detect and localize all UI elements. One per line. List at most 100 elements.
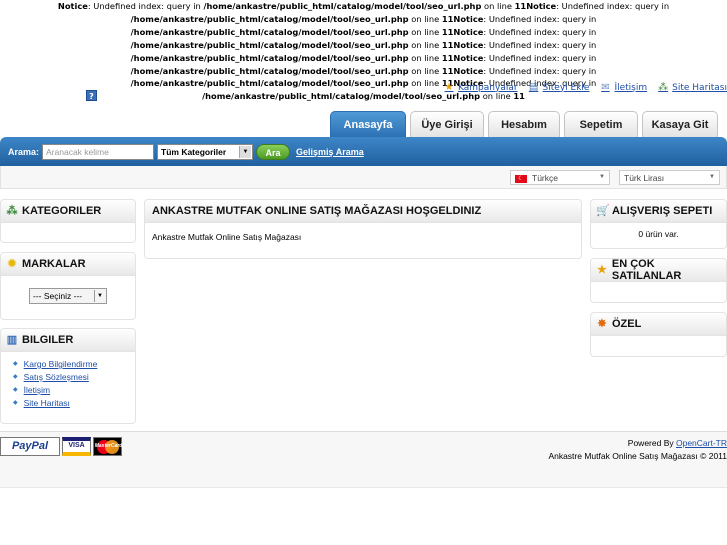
chevron-down-icon: ▼ bbox=[94, 290, 105, 302]
notice-path: /home/ankastre/public_html/catalog/model… bbox=[130, 39, 409, 50]
search-input[interactable]: Aranacak kelime bbox=[42, 143, 155, 160]
turkish-flag-icon: ☾ bbox=[515, 174, 527, 183]
notice-lead: Notice bbox=[453, 52, 484, 63]
category-select[interactable]: Tüm Kategoriler ▼ bbox=[157, 143, 254, 160]
welcome-box: ANKASTRE MUTFAK ONLINE SATIŞ MAĞAZASI HO… bbox=[144, 199, 582, 259]
notice-text: : Undefined index: query in bbox=[483, 65, 597, 76]
visa-logo: VISA bbox=[62, 437, 91, 456]
mail-icon: ✉ bbox=[601, 82, 610, 93]
chevron-down-icon: ▼ bbox=[599, 174, 605, 180]
language-select[interactable]: ☾ Türkçe ▼ bbox=[510, 170, 610, 185]
tab-home[interactable]: Anasayfa bbox=[330, 111, 406, 138]
notice-tail: on line bbox=[408, 13, 442, 24]
list-item: ◆ Kargo Bilgilendirme bbox=[13, 358, 135, 371]
bullet-icon: ◆ bbox=[13, 387, 18, 393]
notice-path: /home/ankastre/public_html/catalog/model… bbox=[130, 26, 409, 37]
special-box: ✸ ÖZEL bbox=[590, 312, 727, 357]
cart-summary: 0 ürün var. bbox=[638, 229, 679, 239]
notice-path: /home/ankastre/public_html/catalog/model… bbox=[130, 65, 409, 76]
categories-box: ⁂ KATEGORILER bbox=[0, 199, 136, 243]
sitemap-link[interactable]: ⁂ Site Haritası bbox=[657, 82, 727, 93]
sun-icon: ✹ bbox=[7, 258, 17, 270]
notice-tail: on line bbox=[408, 26, 442, 37]
notice-tail: on line bbox=[408, 65, 442, 76]
notice-lead: Notice bbox=[453, 26, 484, 37]
opencart-link[interactable]: OpenCart-TR bbox=[676, 438, 727, 448]
info-link-shipping[interactable]: Kargo Bilgilendirme bbox=[24, 358, 98, 371]
notice-line: 11 bbox=[441, 13, 454, 24]
currency-select[interactable]: Türk Lirası ▼ bbox=[619, 170, 720, 185]
notice-line: 11 bbox=[441, 26, 454, 37]
locale-bar: ☾ Türkçe ▼ Türk Lirası ▼ bbox=[0, 166, 727, 189]
notice-text: : Undefined index: query in bbox=[483, 13, 597, 24]
mastercard-logo: MasterCard bbox=[93, 437, 122, 456]
special-header: ✸ ÖZEL bbox=[591, 313, 726, 336]
search-label: Arama: bbox=[8, 146, 40, 157]
notice-tail: on line bbox=[408, 78, 442, 89]
footer-credits: Powered By OpenCart-TR Ankastre Mutfak O… bbox=[548, 437, 727, 463]
info-header: ▥ BILGILER bbox=[1, 329, 135, 352]
burst-icon: ✸ bbox=[597, 318, 607, 330]
notice-tail: on line bbox=[481, 1, 515, 11]
info-link-contact[interactable]: İletişim bbox=[24, 384, 50, 397]
brand-select[interactable]: --- Seçiniz --- ▼ bbox=[29, 288, 107, 304]
notice-text: : Undefined index: query in bbox=[483, 39, 597, 50]
category-select-value: Tüm Kategoriler bbox=[161, 146, 227, 157]
tab-cart[interactable]: Sepetim bbox=[564, 111, 638, 137]
notice-line: 11 bbox=[441, 39, 454, 50]
notice-lead: Notice bbox=[453, 65, 484, 76]
main-nav-tabs: Anasayfa Üye Girişi Hesabım Sepetim Kasa… bbox=[330, 111, 718, 138]
bullet-icon: ◆ bbox=[13, 400, 18, 406]
list-item: ◆ Site Haritası bbox=[13, 397, 135, 410]
info-link-sales-agreement[interactable]: Satış Sözleşmesi bbox=[24, 371, 89, 384]
notice-line: 11 bbox=[441, 65, 454, 76]
notice-text: : Undefined index: query in bbox=[87, 1, 204, 11]
notice-lead: Notice bbox=[526, 1, 557, 11]
cart-header: 🛒 ALIŞVERIŞ SEPETI bbox=[591, 200, 726, 223]
brands-box: ✹ MARKALAR bbox=[0, 252, 136, 320]
info-links: ◆ Kargo Bilgilendirme ◆ Satış Sözleşmesi ◆… bbox=[1, 352, 135, 410]
notice-line: 11 bbox=[441, 52, 454, 63]
notice-path: /home/ankastre/public_html/catalog/model… bbox=[203, 1, 482, 11]
list-item: ◆ Satış Sözleşmesi bbox=[13, 371, 135, 384]
notice-path: /home/ankastre/public_html/catalog/model… bbox=[130, 52, 409, 63]
cart-icon: 🛒 bbox=[596, 205, 610, 217]
bestsellers-header: ★ EN ÇOK SATILANLAR bbox=[591, 258, 726, 282]
advanced-search-link[interactable]: Gelişmiş Arama bbox=[296, 147, 364, 157]
bullet-icon: ◆ bbox=[13, 374, 18, 380]
notice-lead: Notice bbox=[453, 39, 484, 50]
notice-path: /home/ankastre/public_html/catalog/model… bbox=[130, 78, 409, 89]
notice-text: : Undefined index: query in bbox=[483, 52, 597, 63]
bestsellers-box: ★ EN ÇOK SATILANLAR bbox=[590, 258, 727, 303]
contact-link[interactable]: ✉ İletişim bbox=[599, 82, 647, 93]
welcome-title: ANKASTRE MUTFAK ONLINE SATIŞ MAĞAZASI HO… bbox=[145, 200, 581, 223]
notice-tail: on line bbox=[408, 52, 442, 63]
info-link-sitemap[interactable]: Site Haritası bbox=[24, 397, 70, 410]
search-button[interactable]: Ara bbox=[256, 143, 291, 160]
notice-lead: Notice bbox=[57, 1, 88, 11]
help-icon[interactable]: ? bbox=[86, 90, 97, 101]
tab-login[interactable]: Üye Girişi bbox=[410, 111, 484, 137]
search-bar: Arama: Aranacak kelime Tüm Kategoriler ▼… bbox=[0, 137, 727, 166]
copyright: Ankastre Mutfak Online Satış Mağazası © … bbox=[548, 451, 727, 461]
notice-text: : Undefined index: query in bbox=[483, 26, 597, 37]
notice-path: /home/ankastre/public_html/catalog/model… bbox=[202, 91, 481, 102]
brands-header: ✹ MARKALAR bbox=[1, 253, 135, 276]
tab-checkout[interactable]: Kasaya Git bbox=[642, 111, 718, 137]
chevron-down-icon: ▼ bbox=[239, 145, 252, 158]
list-item: ◆ İletişim bbox=[13, 384, 135, 397]
tab-account[interactable]: Hesabım bbox=[488, 111, 560, 137]
cart-box: 🛒 ALIŞVERIŞ SEPETI 0 ürün var. bbox=[590, 199, 727, 249]
welcome-text: Ankastre Mutfak Online Satış Mağazası bbox=[152, 232, 302, 242]
top-links: ★ Kampanyalar ▤ Siteyi Ekle ✉ İletişim ⁂ Sit… bbox=[443, 82, 727, 93]
notice-text: : Undefined index: query in bbox=[556, 1, 670, 11]
notice-path: /home/ankastre/public_html/catalog/model… bbox=[130, 13, 409, 24]
star-icon: ★ bbox=[444, 82, 454, 93]
bullet-icon: ◆ bbox=[13, 361, 18, 367]
campaigns-link[interactable]: ★ Kampanyalar bbox=[443, 82, 518, 93]
notice-tail: on line bbox=[408, 39, 442, 50]
add-site-link[interactable]: ▤ Siteyi Ekle bbox=[528, 82, 590, 93]
sitemap-icon: ⁂ bbox=[658, 82, 669, 93]
notice-lead: Notice bbox=[453, 13, 484, 24]
book-icon: ▥ bbox=[6, 334, 18, 346]
